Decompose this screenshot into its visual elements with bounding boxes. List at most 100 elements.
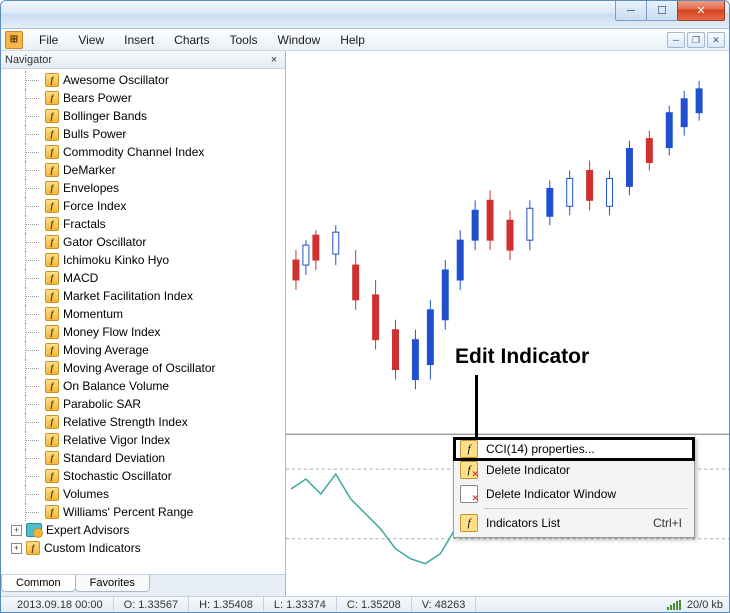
menu-charts[interactable]: Charts: [164, 31, 219, 49]
mdi-restore-button[interactable]: ❐: [687, 32, 705, 48]
indicator-item[interactable]: f Parabolic SAR: [1, 395, 285, 413]
ctx-delete-window-label: Delete Indicator Window: [486, 487, 616, 501]
mdi-minimize-button[interactable]: ─: [667, 32, 685, 48]
indicator-item[interactable]: fEnvelopes: [1, 179, 285, 197]
menu-help[interactable]: Help: [330, 31, 375, 49]
menu-view[interactable]: View: [68, 31, 114, 49]
ctx-delete-window[interactable]: ✕ Delete Indicator Window: [456, 482, 692, 506]
close-button[interactable]: ✕: [677, 1, 725, 21]
indicator-label: Moving Average: [63, 343, 149, 357]
indicator-label: Market Facilitation Index: [63, 289, 193, 303]
indicator-item[interactable]: f MACD: [1, 269, 285, 287]
menu-insert[interactable]: Insert: [114, 31, 164, 49]
indicator-item[interactable]: f Market Facilitation Index: [1, 287, 285, 305]
indicators-list-icon: f: [460, 514, 478, 532]
function-icon: f: [45, 127, 59, 141]
menu-file[interactable]: File: [29, 31, 68, 49]
sb-close: C: 1.35208: [337, 597, 412, 612]
indicator-label: Standard Deviation: [63, 451, 165, 465]
ctx-shortcut: Ctrl+I: [653, 516, 682, 530]
minimize-button[interactable]: ─: [615, 1, 647, 21]
ctx-indicators-list[interactable]: f Indicators List Ctrl+I: [456, 511, 692, 535]
indicator-item[interactable]: fFractals: [1, 215, 285, 233]
indicator-context-menu: f CCI(14) properties... f✕ Delete Indica…: [453, 437, 695, 538]
navigator-tabs: Common Favorites: [1, 574, 285, 596]
expand-icon[interactable]: +: [11, 543, 22, 554]
indicator-item[interactable]: f Bollinger Bands: [1, 107, 285, 125]
annotation-label: Edit Indicator: [455, 345, 589, 369]
function-icon: f: [45, 109, 59, 123]
indicator-item[interactable]: fMoving Average: [1, 341, 285, 359]
indicator-label: Commodity Channel Index: [63, 145, 204, 159]
sb-net: 20/0 kb: [687, 599, 723, 611]
indicator-label: Money Flow Index: [63, 325, 160, 339]
indicator-item[interactable]: fGator Oscillator: [1, 233, 285, 251]
navigator-title: Navigator: [5, 54, 52, 66]
indicator-label: Bulls Power: [63, 127, 126, 141]
tab-common[interactable]: Common: [1, 575, 76, 592]
ctx-separator: [484, 508, 688, 509]
indicator-label: Awesome Oscillator: [63, 73, 169, 87]
indicator-item[interactable]: fRelative Vigor Index: [1, 431, 285, 449]
function-icon: f: [45, 271, 59, 285]
indicator-label: Parabolic SAR: [63, 397, 141, 411]
indicator-item[interactable]: fAwesome Oscillator: [1, 71, 285, 89]
indicator-item[interactable]: fForce Index: [1, 197, 285, 215]
connection-bars-icon: [667, 600, 681, 610]
indicator-item[interactable]: fStandard Deviation: [1, 449, 285, 467]
indicator-item[interactable]: f Money Flow Index: [1, 323, 285, 341]
titlebar[interactable]: ─ ☐ ✕: [1, 1, 729, 29]
mdi-close-button[interactable]: ✕: [707, 32, 725, 48]
indicator-label: Envelopes: [63, 181, 119, 195]
indicator-label: Momentum: [63, 307, 123, 321]
properties-icon: f: [460, 440, 478, 458]
indicator-item[interactable]: fStochastic Oscillator: [1, 467, 285, 485]
indicator-item[interactable]: fCommodity Channel Index: [1, 143, 285, 161]
indicator-item[interactable]: fOn Balance Volume: [1, 377, 285, 395]
function-icon: f: [45, 505, 59, 519]
function-icon: f: [45, 415, 59, 429]
delete-window-icon: ✕: [460, 485, 478, 503]
delete-indicator-icon: f✕: [460, 461, 478, 479]
navigator-panel: Navigator × fAwesome OscillatorfBears Po…: [1, 51, 286, 596]
sb-datetime: 2013.09.18 00:00: [7, 597, 114, 612]
annotation-arrow: [475, 375, 478, 437]
group-label: Custom Indicators: [44, 541, 141, 555]
menubar: ⊞ File View Insert Charts Tools Window H…: [1, 29, 729, 51]
sb-low: L: 1.33374: [264, 597, 337, 612]
indicator-item[interactable]: fIchimoku Kinko Hyo: [1, 251, 285, 269]
window-controls: ─ ☐ ✕: [616, 1, 725, 21]
function-icon: f: [45, 469, 59, 483]
indicator-label: Volumes: [63, 487, 109, 501]
function-icon: f: [45, 235, 59, 249]
navigator-close-icon[interactable]: ×: [267, 54, 281, 66]
indicator-item[interactable]: f Bulls Power: [1, 125, 285, 143]
tab-favorites[interactable]: Favorites: [75, 575, 150, 592]
group-expert-advisors[interactable]: + Expert Advisors: [1, 521, 285, 539]
sb-volume: V: 48263: [412, 597, 477, 612]
indicator-item[interactable]: fRelative Strength Index: [1, 413, 285, 431]
indicator-label: MACD: [63, 271, 98, 285]
function-icon: f: [45, 325, 59, 339]
ctx-delete-indicator[interactable]: f✕ Delete Indicator: [456, 458, 692, 482]
maximize-button[interactable]: ☐: [646, 1, 678, 21]
app-icon: ⊞: [5, 31, 23, 49]
menu-window[interactable]: Window: [268, 31, 331, 49]
group-custom-indicators[interactable]: +fCustom Indicators: [1, 539, 285, 557]
function-icon: f: [45, 397, 59, 411]
function-icon: f: [45, 289, 59, 303]
navigator-tree[interactable]: fAwesome OscillatorfBears PowerfBollinge…: [1, 69, 285, 574]
menu-tools[interactable]: Tools: [220, 31, 268, 49]
indicator-item[interactable]: fMoving Average of Oscillator: [1, 359, 285, 377]
indicator-item[interactable]: fWilliams' Percent Range: [1, 503, 285, 521]
indicator-item[interactable]: fDeMarker: [1, 161, 285, 179]
ctx-properties[interactable]: f CCI(14) properties...: [453, 437, 695, 461]
indicator-item[interactable]: fMomentum: [1, 305, 285, 323]
expand-icon[interactable]: +: [11, 525, 22, 536]
function-icon: f: [45, 361, 59, 375]
indicator-item[interactable]: fVolumes: [1, 485, 285, 503]
navigator-header[interactable]: Navigator ×: [1, 51, 285, 69]
group-label: Expert Advisors: [46, 523, 129, 537]
indicator-item[interactable]: fBears Power: [1, 89, 285, 107]
indicator-label: Bollinger Bands: [63, 109, 147, 123]
